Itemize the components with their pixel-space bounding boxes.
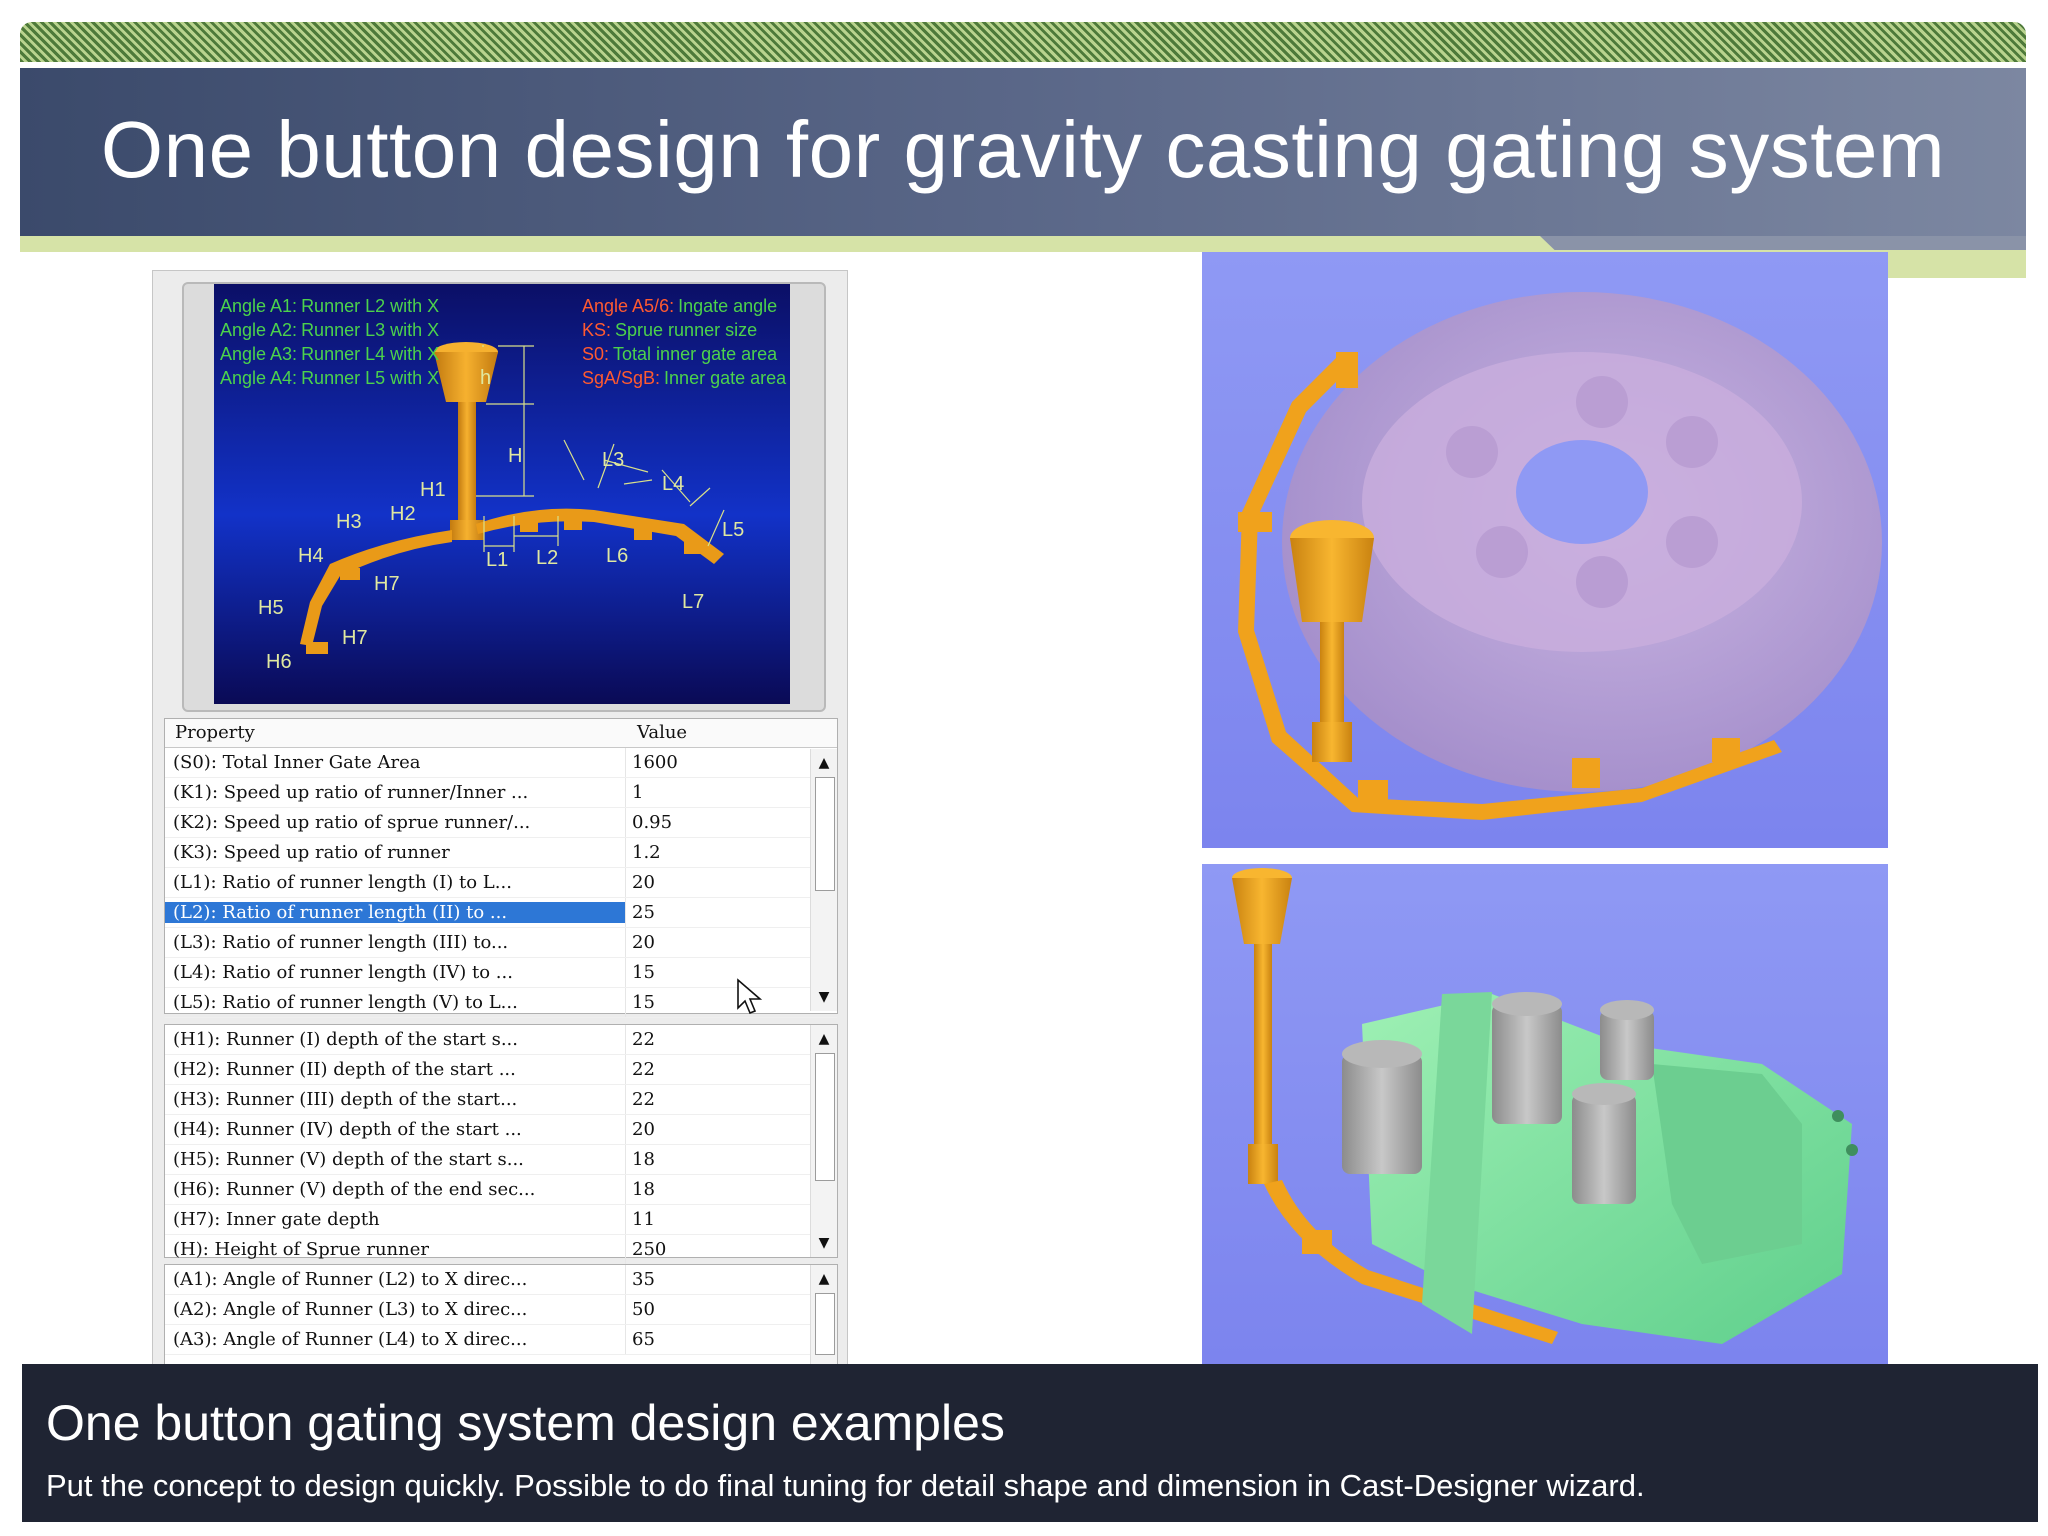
riser-2 (1492, 1004, 1562, 1124)
scroll-thumb[interactable] (815, 1293, 835, 1355)
label-L6: L6 (606, 545, 628, 567)
label-h: h (480, 367, 491, 389)
bracket-casting-render (1232, 868, 1858, 1344)
scroll-thumb[interactable] (815, 1053, 835, 1181)
scroll-down-icon[interactable]: ▼ (811, 985, 837, 1009)
table-row[interactable]: (K3): Speed up ratio of runner 1.2 (165, 838, 837, 868)
sprue-stem (458, 402, 476, 522)
riser-4 (1572, 1094, 1636, 1204)
table-row[interactable]: (H6): Runner (V) depth of the end sec...… (165, 1175, 837, 1205)
accent-shadow (1540, 236, 2026, 250)
scroll-up-icon[interactable]: ▲ (811, 1027, 837, 1051)
riser-1 (1342, 1054, 1422, 1174)
runner-ingate (1302, 1230, 1332, 1254)
table-row[interactable]: (K1): Speed up ratio of runner/Inner ...… (165, 778, 837, 808)
table-row[interactable]: (L1): Ratio of runner length (I) to L...… (165, 868, 837, 898)
sprue-stem (1320, 622, 1344, 722)
viewport-example-bracket (1202, 864, 1888, 1364)
label-H4: H4 (298, 545, 324, 567)
riser-2-top (1492, 992, 1562, 1016)
label-L2: L2 (536, 547, 558, 569)
table-row[interactable]: (H1): Runner (I) depth of the start s...… (165, 1025, 837, 1055)
bracket-hole-1 (1832, 1110, 1844, 1122)
label-H5: H5 (258, 597, 284, 619)
svg-text:SgA/SgB:Inner gate area: SgA/SgB: Inner gate area (582, 368, 787, 388)
svg-text:Angle A4:Runner L5 with X: Angle A4: Runner L5 with X (220, 368, 439, 388)
mouse-cursor-icon (737, 978, 763, 1015)
label-L4: L4 (662, 473, 684, 495)
riser-3-top (1600, 1000, 1654, 1020)
table-row[interactable]: (H3): Runner (III) depth of the start...… (165, 1085, 837, 1115)
ingate-h7-lower (306, 642, 328, 654)
sprue-cup (1290, 538, 1374, 622)
ingate-1 (520, 520, 538, 532)
scrollbar-depths[interactable]: ▲ ▼ (810, 1025, 837, 1257)
sprue-stem (1254, 944, 1272, 1144)
svg-text:Angle A1:Runner L2 with X: Angle A1: Runner L2 with X (220, 296, 439, 316)
label-H3: H3 (336, 511, 362, 533)
label-L3: L3 (602, 449, 624, 471)
property-grid-general: Property Value (S0): Total Inner Gate Ar… (164, 718, 838, 1018)
header-property: Property (175, 722, 255, 743)
sprue-cup (1232, 878, 1292, 944)
svg-text:Angle A2:Runner L3 with X: Angle A2: Runner L3 with X (220, 320, 439, 340)
caption-box: One button gating system design examples… (22, 1364, 2038, 1522)
caption-title: One button gating system design examples (46, 1395, 1005, 1451)
table-row-selected[interactable]: (L2): Ratio of runner length (II) to ...… (165, 898, 837, 928)
wheel-casting-render (1238, 292, 1882, 820)
svg-text:KS:Sprue runner size: KS: Sprue runner size (582, 320, 757, 340)
ingate-3 (634, 528, 652, 540)
table-row[interactable]: (S0): Total Inner Gate Area 1600 (165, 748, 837, 778)
svg-text:Angle A3:Runner L4 with X: Angle A3: Runner L4 with X (220, 344, 439, 364)
table-row[interactable]: (A1): Angle of Runner (L2) to X direc...… (165, 1265, 837, 1295)
table-row[interactable]: (L3): Ratio of runner length (III) to...… (165, 928, 837, 958)
ingate-4 (684, 542, 702, 554)
property-grid-header: Property Value (165, 719, 837, 748)
scroll-up-icon[interactable]: ▲ (811, 751, 837, 775)
ingate-2 (564, 518, 582, 530)
riser-1-top (1342, 1040, 1422, 1068)
sprue-well (1312, 722, 1352, 762)
table-row[interactable]: (H): Height of Sprue runner 250 (165, 1235, 837, 1265)
scrollbar-angles[interactable]: ▲ (810, 1265, 837, 1365)
label-H6: H6 (266, 651, 292, 673)
table-row[interactable]: (A2): Angle of Runner (L3) to X direc...… (165, 1295, 837, 1325)
title-banner: One button design for gravity casting ga… (20, 68, 2026, 236)
svg-text:Angle A5/6:Ingate angle: Angle A5/6: Ingate angle (582, 296, 777, 316)
label-H2: H2 (390, 503, 416, 525)
table-row[interactable]: (H5): Runner (V) depth of the start s...… (165, 1145, 837, 1175)
slide-title: One button design for gravity casting ga… (100, 105, 1946, 194)
property-grid-depths: (H1): Runner (I) depth of the start s...… (164, 1024, 838, 1265)
riser-3 (1600, 1010, 1654, 1080)
table-row[interactable]: (H4): Runner (IV) depth of the start ...… (165, 1115, 837, 1145)
table-row[interactable]: (H2): Runner (II) depth of the start ...… (165, 1055, 837, 1085)
scroll-thumb[interactable] (815, 777, 835, 891)
scrollbar-general[interactable]: ▲ ▼ (810, 749, 837, 1011)
scroll-up-icon[interactable]: ▲ (811, 1267, 837, 1291)
property-grid-angles: (A1): Angle of Runner (L2) to X direc...… (164, 1264, 838, 1366)
decorative-hatch-band (20, 22, 2026, 62)
viewport-example-wheel (1202, 252, 1888, 848)
table-row[interactable]: (K2): Speed up ratio of sprue runner/...… (165, 808, 837, 838)
table-row[interactable]: (A3): Angle of Runner (L4) to X direc...… (165, 1325, 837, 1355)
scroll-down-icon[interactable]: ▼ (811, 1231, 837, 1255)
gating-system-diagram: h H H1 H2 H3 H4 H5 H6 H7 H7 L1 L2 L3 L4 … (214, 284, 790, 704)
label-L5: L5 (722, 519, 744, 541)
casting-center-hole (1516, 440, 1648, 544)
label-H: H (508, 445, 522, 467)
label-L1: L1 (486, 549, 508, 571)
table-row[interactable]: (H7): Inner gate depth 11 (165, 1205, 837, 1235)
caption-text: Put the concept to design quickly. Possi… (46, 1468, 1645, 1503)
riser-4-top (1572, 1083, 1636, 1105)
label-L7: L7 (682, 591, 704, 613)
label-H7-upper: H7 (374, 573, 400, 595)
label-H1: H1 (420, 479, 446, 501)
label-H7-lower: H7 (342, 627, 368, 649)
sprue-well (1248, 1144, 1278, 1184)
bracket-hole-2 (1846, 1144, 1858, 1156)
header-value: Value (637, 722, 688, 743)
ingate-h7-upper (340, 568, 360, 580)
